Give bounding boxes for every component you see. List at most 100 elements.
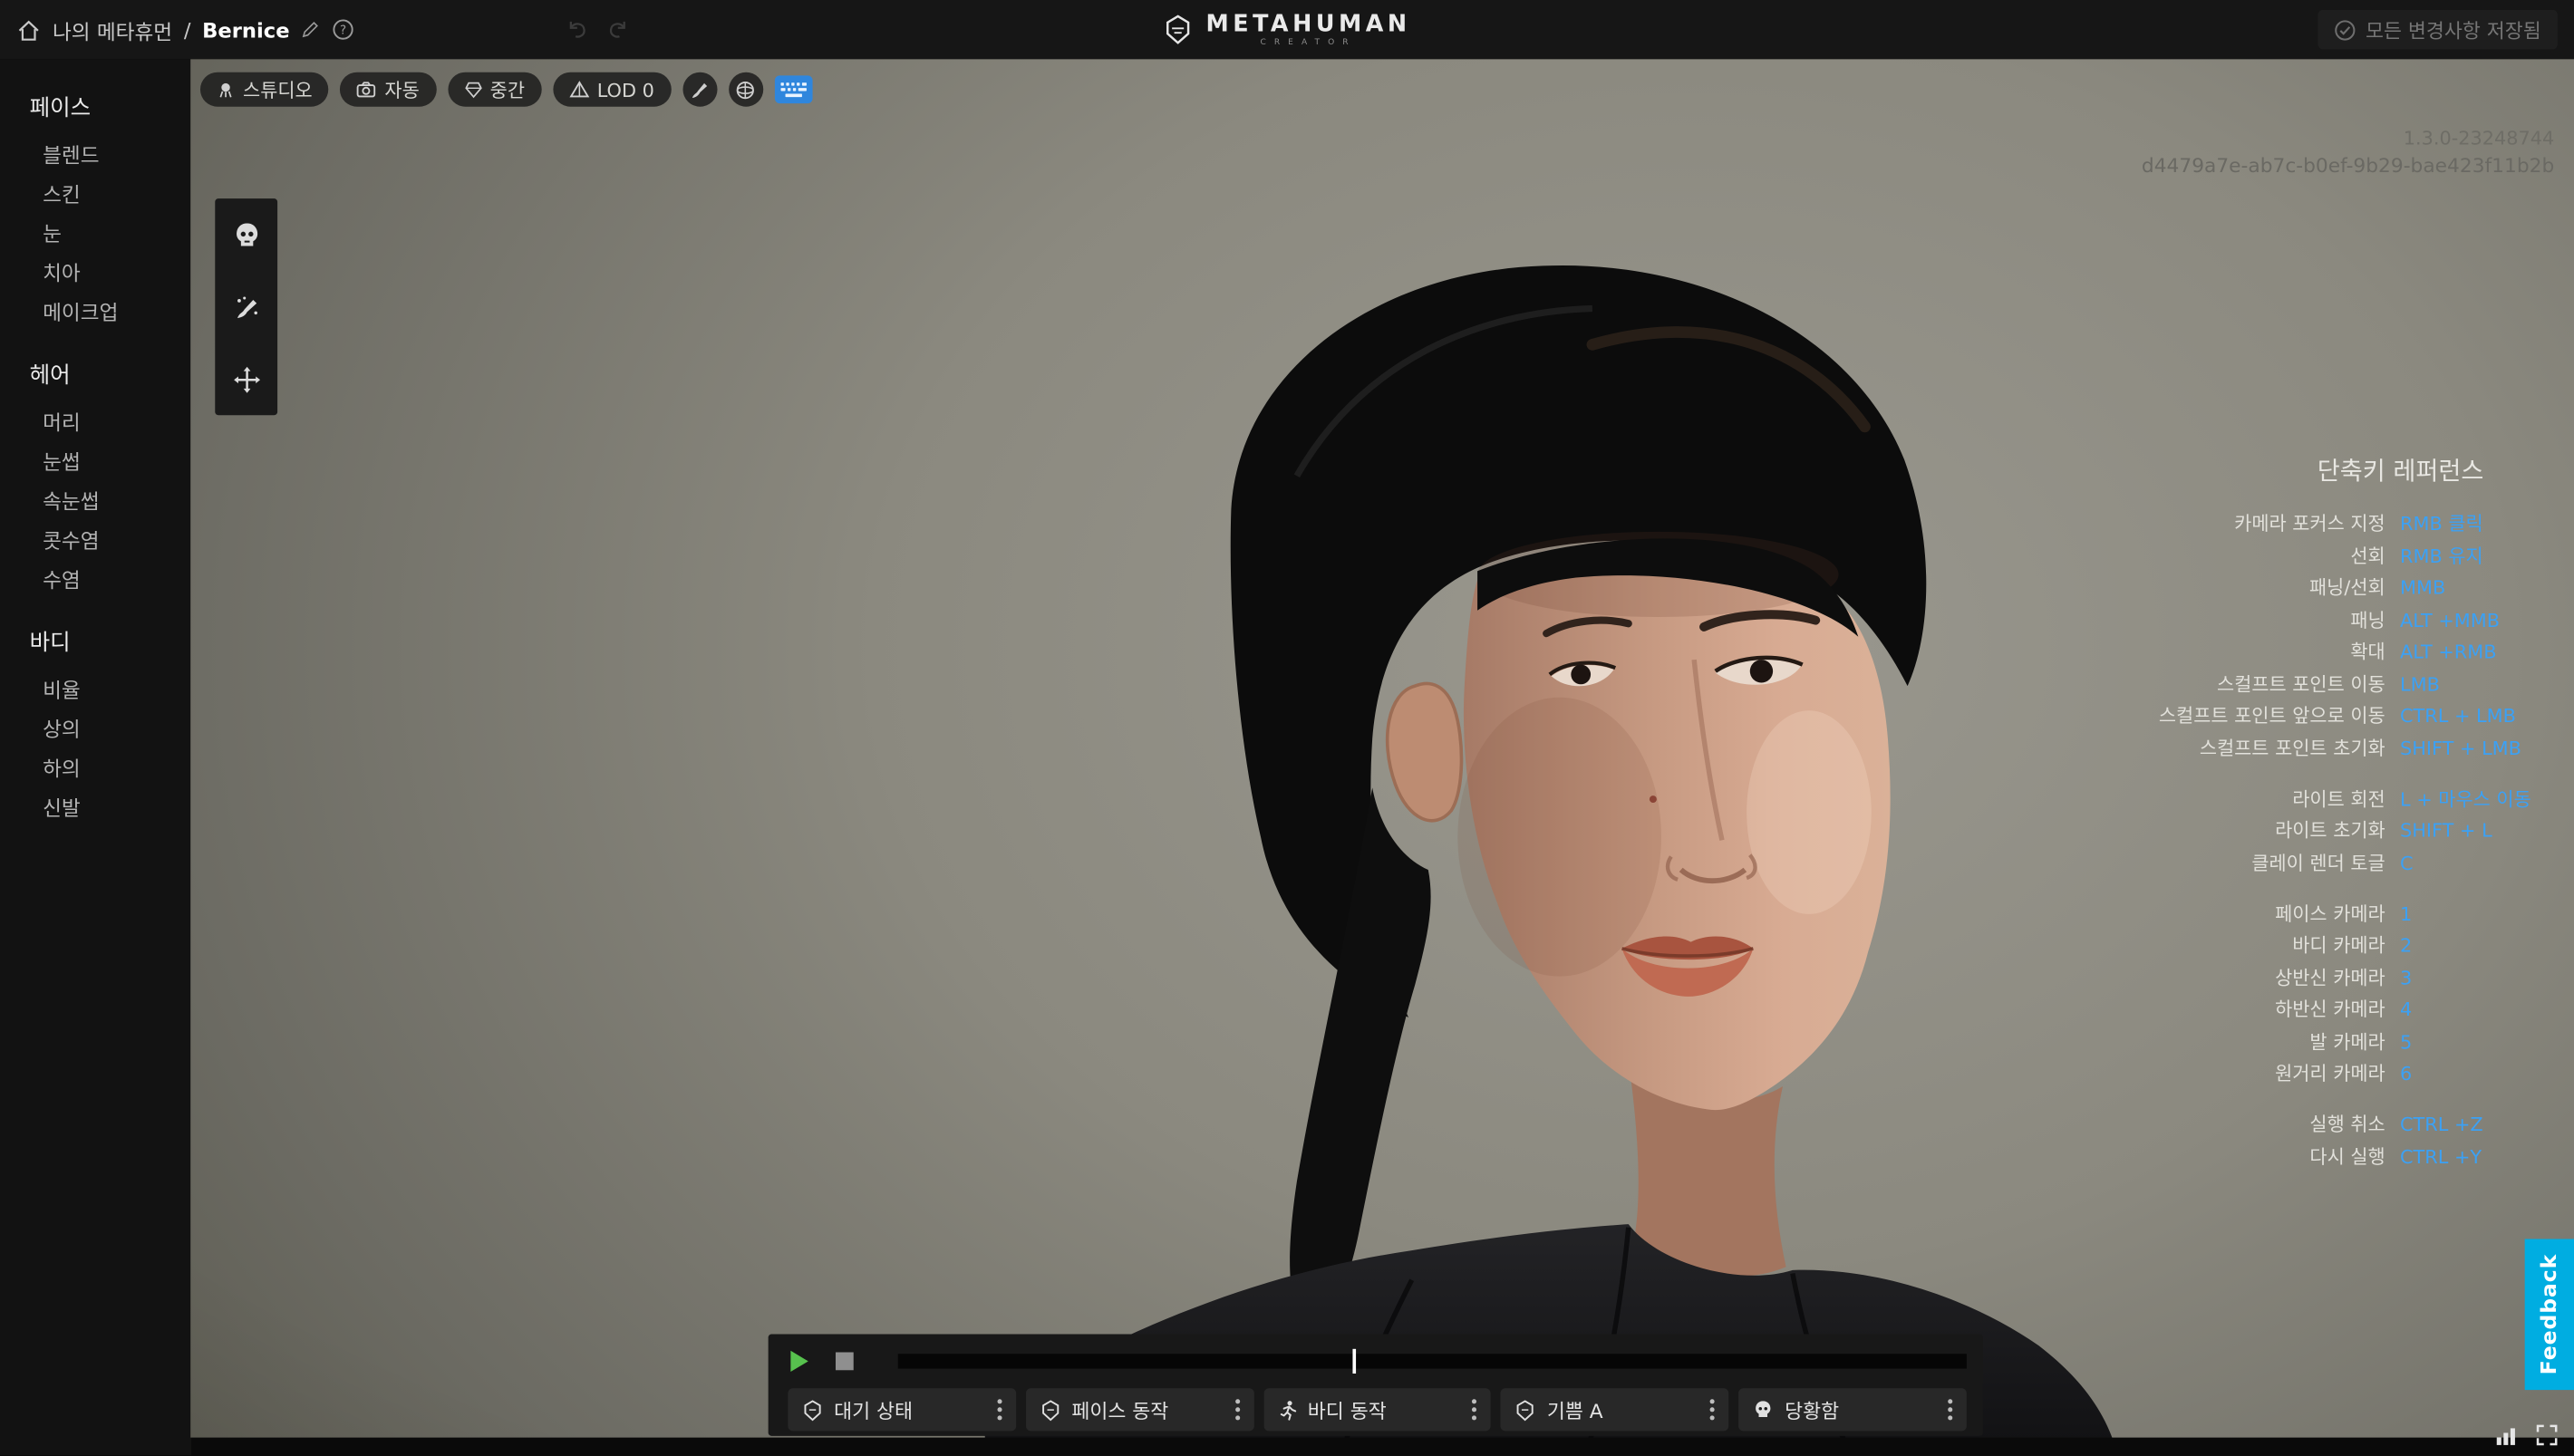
shortcut-row: 바디 카메라2 <box>1665 932 2551 959</box>
help-icon[interactable]: ? <box>333 18 355 41</box>
clip-idle[interactable]: 대기 상태 <box>788 1388 1015 1431</box>
svg-text:?: ? <box>341 23 347 37</box>
sidebar-item-head-hair[interactable]: 머리 <box>30 400 190 439</box>
3d-viewport[interactable]: 스튜디오 자동 중간 LOD 0 <box>190 59 2574 1455</box>
save-status-badge[interactable]: 모든 변경사항 저장됨 <box>2318 10 2557 49</box>
sphere-icon <box>736 80 756 100</box>
save-status-label: 모든 변경사항 저장됨 <box>2366 15 2541 43</box>
clip-menu-icon[interactable] <box>990 1393 1010 1426</box>
clip-joy-a[interactable]: 기쁨 A <box>1501 1388 1728 1431</box>
camera-icon <box>357 81 377 99</box>
auto-quality-button[interactable]: 자동 <box>341 72 436 107</box>
clip-label: 페이스 동작 <box>1071 1395 1215 1423</box>
shortcut-row: 확대ALT +RMB <box>1665 639 2551 665</box>
studio-label: 스튜디오 <box>243 76 313 102</box>
redo-icon[interactable] <box>605 18 630 41</box>
build-hash: d4479a7e-ab7c-b0ef-9b29-bae423f11b2b <box>2142 152 2554 180</box>
shortcut-row: 카메라 포커스 지정RMB 클릭 <box>1665 510 2551 536</box>
transport-controls <box>788 1345 1966 1375</box>
clip-menu-icon[interactable] <box>1940 1393 1960 1426</box>
lod-label: LOD 0 <box>597 78 654 101</box>
logo-title: METAHUMAN <box>1205 13 1410 35</box>
sidebar-item-beard[interactable]: 수염 <box>30 558 190 597</box>
version-info: 1.3.0-23248744 d4479a7e-ab7c-b0ef-9b29-b… <box>2142 125 2554 181</box>
brush-icon <box>690 80 710 100</box>
metahuman-logo-icon <box>1163 14 1193 44</box>
stats-bars-icon[interactable] <box>2495 1426 2517 1446</box>
sidebar-item-proportions[interactable]: 비율 <box>30 668 190 707</box>
runner-icon <box>1278 1399 1296 1421</box>
stop-button[interactable] <box>836 1352 854 1370</box>
sidebar-item-teeth[interactable]: 치아 <box>30 251 190 290</box>
app-logo: METAHUMAN CREATOR <box>1163 0 1410 59</box>
clip-label: 대기 상태 <box>834 1395 978 1423</box>
shortcut-row: 페이스 카메라1 <box>1665 900 2551 926</box>
pyramid-icon <box>569 81 589 99</box>
sidebar-item-mustache[interactable]: 콧수염 <box>30 518 190 557</box>
edit-name-icon[interactable] <box>301 20 321 40</box>
feedback-label: Feedback <box>2537 1254 2561 1375</box>
shortcut-row: 실행 취소CTRL +Z <box>1665 1111 2551 1137</box>
quality-medium-button[interactable]: 중간 <box>448 72 542 107</box>
viewport-corner-controls <box>2495 1424 2558 1446</box>
lod0-button[interactable]: LOD 0 <box>553 72 671 107</box>
clay-render-button[interactable] <box>682 72 717 107</box>
shortcut-row: 라이트 초기화SHIFT + L <box>1665 817 2551 844</box>
keyboard-icon <box>778 80 808 100</box>
face-sculpt-tool-button[interactable] <box>227 215 266 254</box>
undo-icon[interactable] <box>565 18 589 41</box>
clip-body-motion[interactable]: 바디 동작 <box>1263 1388 1491 1431</box>
sidebar-item-eyelashes[interactable]: 속눈썹 <box>30 479 190 518</box>
shortcut-row: 패닝/선회MMB <box>1665 574 2551 601</box>
shortcut-row: 스컬프트 포인트 이동LMB <box>1665 670 2551 697</box>
sidebar-item-top[interactable]: 상의 <box>30 708 190 747</box>
clip-label: 당황함 <box>1785 1395 1929 1423</box>
studio-lighting-button[interactable]: 스튜디오 <box>200 72 329 107</box>
shortcut-row: 스컬프트 포인트 초기화SHIFT + LMB <box>1665 735 2551 761</box>
sidebar-item-shoes[interactable]: 신발 <box>30 786 190 825</box>
timeline-track[interactable] <box>898 1353 1967 1367</box>
breadcrumb-separator: / <box>184 17 191 42</box>
shortcut-row: 하반신 카메라4 <box>1665 996 2551 1022</box>
fullscreen-icon[interactable] <box>2536 1424 2558 1446</box>
top-bar: 나의 메타휴먼 / Bernice ? METAHUMAN C <box>0 0 2574 59</box>
metahuman-head-icon <box>1040 1399 1060 1421</box>
environment-button[interactable] <box>728 72 762 107</box>
home-icon[interactable] <box>16 17 41 42</box>
clip-face-motion[interactable]: 페이스 동작 <box>1026 1388 1253 1431</box>
animation-playback-panel: 대기 상태 페이스 동작 <box>769 1335 1983 1436</box>
sidebar-item-eyebrows[interactable]: 눈썹 <box>30 439 190 478</box>
shortcut-reference-button[interactable] <box>774 75 812 103</box>
clip-menu-icon[interactable] <box>1465 1393 1485 1426</box>
sidebar-item-makeup[interactable]: 메이크업 <box>30 291 190 330</box>
sidebar-section-body: 바디 <box>30 623 190 656</box>
viewport-toolbar: 스튜디오 자동 중간 LOD 0 <box>200 72 812 107</box>
sidebar-item-bottom[interactable]: 하의 <box>30 747 190 786</box>
sculpt-tool-palette <box>215 198 277 415</box>
breadcrumb: 나의 메타휴먼 / Bernice ? <box>16 0 355 59</box>
sidebar-item-eyes[interactable]: 눈 <box>30 212 190 251</box>
sidebar-item-blend[interactable]: 블렌드 <box>30 133 190 172</box>
metahuman-head-icon <box>1515 1399 1535 1421</box>
shortcut-row: 발 카메라5 <box>1665 1028 2551 1055</box>
animation-clips: 대기 상태 페이스 동작 <box>788 1388 1966 1431</box>
clip-embarrassed[interactable]: 당황함 <box>1738 1388 1966 1431</box>
play-button[interactable] <box>788 1348 814 1373</box>
studio-light-icon <box>217 81 235 99</box>
timeline-playhead[interactable] <box>1352 1348 1356 1373</box>
sidebar-item-skin[interactable]: 스킨 <box>30 172 190 211</box>
move-tool-button[interactable] <box>227 360 266 399</box>
gem-icon <box>464 81 482 99</box>
breadcrumb-root[interactable]: 나의 메타휴먼 <box>53 14 172 44</box>
shortcut-row: 클레이 렌더 토글C <box>1665 849 2551 875</box>
metahuman-creator-app: 나의 메타휴먼 / Bernice ? METAHUMAN C <box>0 0 2574 1456</box>
clip-label: 바디 동작 <box>1308 1395 1454 1423</box>
shortcut-row: 라이트 회전L + 마우스 이동 <box>1665 786 2551 812</box>
blend-paint-tool-button[interactable] <box>227 287 266 326</box>
clip-menu-icon[interactable] <box>1227 1393 1247 1426</box>
sidebar-section-hair: 헤어 <box>30 356 190 389</box>
auto-label: 자동 <box>384 76 419 102</box>
feedback-tab[interactable]: Feedback <box>2525 1239 2574 1390</box>
history-controls <box>565 0 630 59</box>
clip-menu-icon[interactable] <box>1703 1393 1723 1426</box>
